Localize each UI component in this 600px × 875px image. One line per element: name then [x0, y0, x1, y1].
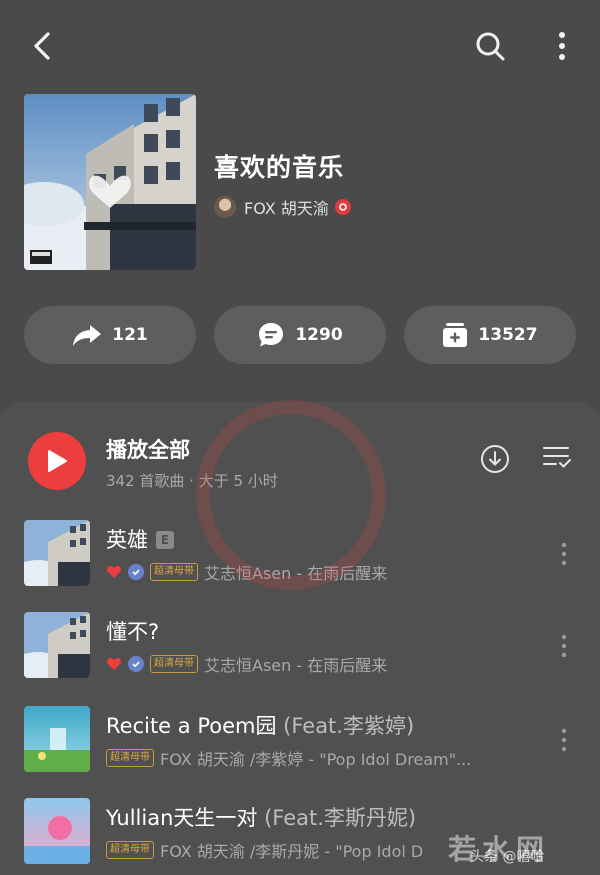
song-feat: (Feat.李紫婷)	[276, 714, 415, 738]
song-cover	[24, 520, 90, 586]
vertical-dots-icon	[559, 32, 565, 60]
song-cover	[24, 798, 90, 864]
comment-button[interactable]: 1290	[214, 306, 386, 364]
share-icon	[73, 325, 102, 346]
song-title-text: Yullian天生一对	[106, 806, 258, 830]
comment-icon	[259, 323, 284, 347]
song-title: 懂不?	[106, 620, 160, 644]
search-icon	[476, 32, 505, 61]
song-row[interactable]: 懂不? 超清母带 艾志恒Asen - 在雨后醒来	[24, 612, 584, 680]
song-row[interactable]: Recite a Poem园 (Feat.李紫婷) 超清母带 FOX 胡天渝 /…	[24, 706, 584, 774]
song-artist-album: 艾志恒Asen - 在雨后醒来	[204, 564, 388, 583]
play-all-row[interactable]: 播放全部 342 首歌曲 · 大于 5 小时	[28, 432, 580, 492]
song-artist-album: FOX 胡天渝 /李斯丹妮 - "Pop Idol D	[160, 842, 424, 861]
playlist-header: 喜欢的音乐 FOX 胡天渝	[24, 94, 584, 274]
play-icon	[48, 450, 67, 472]
action-bar: 121 1290 13527	[24, 306, 576, 364]
song-artist-album: 艾志恒Asen - 在雨后醒来	[204, 656, 388, 675]
playlist-cover[interactable]	[24, 94, 196, 270]
download-icon	[481, 445, 509, 473]
play-all-subtitle: 342 首歌曲 · 大于 5 小时	[106, 472, 278, 490]
album-art-image	[24, 798, 90, 864]
download-button[interactable]	[480, 444, 512, 476]
creator-row[interactable]: FOX 胡天渝	[214, 194, 351, 220]
song-title-text: 英雄	[106, 528, 148, 552]
share-count: 121	[112, 325, 148, 345]
collect-icon	[443, 323, 468, 347]
collect-count: 13527	[478, 325, 538, 345]
album-art-image	[24, 706, 90, 772]
search-button[interactable]	[470, 26, 510, 66]
playlist-title: 喜欢的音乐	[214, 153, 345, 182]
back-arrow-icon	[34, 32, 50, 60]
multi-select-button[interactable]	[542, 444, 576, 476]
back-button[interactable]	[22, 26, 62, 66]
quality-tag: 超清母带	[106, 749, 154, 767]
album-art-image	[24, 612, 90, 678]
song-meta: 超清母带 FOX 胡天渝 /李紫婷 - "Pop Idol Dream"...	[106, 746, 471, 770]
creator-name: FOX 胡天渝	[244, 199, 329, 218]
song-cover	[24, 612, 90, 678]
song-title-text: Recite a Poem园	[106, 714, 277, 738]
song-more-button[interactable]	[552, 632, 576, 660]
song-meta: 超清母带 艾志恒Asen - 在雨后醒来	[106, 560, 387, 584]
album-art-image	[24, 94, 196, 270]
song-cover	[24, 706, 90, 772]
more-options-button[interactable]	[546, 26, 578, 66]
vertical-dots-icon	[561, 634, 567, 658]
song-title: Recite a Poem园 (Feat.李紫婷)	[106, 710, 414, 740]
creator-avatar	[214, 196, 236, 218]
verified-icon	[128, 564, 144, 580]
collect-button[interactable]: 13527	[404, 306, 576, 364]
quality-tag: 超清母带	[106, 841, 154, 859]
share-button[interactable]: 121	[24, 306, 196, 364]
comment-count: 1290	[295, 325, 343, 345]
heart-icon	[106, 566, 122, 578]
song-more-button[interactable]	[552, 726, 576, 754]
song-artist-album: FOX 胡天渝 /李紫婷 - "Pop Idol Dream"...	[160, 750, 472, 769]
quality-tag: 超清母带	[150, 655, 198, 673]
watermark-credit: 头条 @嘻哈	[470, 849, 545, 865]
song-more-button[interactable]	[552, 540, 576, 568]
song-feat: (Feat.李斯丹妮)	[257, 806, 417, 830]
verified-icon	[128, 656, 144, 672]
play-all-title: 播放全部	[106, 438, 190, 462]
song-row[interactable]: 英雄 E 超清母带 艾志恒Asen - 在雨后醒来	[24, 520, 584, 588]
song-meta: 超清母带 FOX 胡天渝 /李斯丹妮 - "Pop Idol D	[106, 838, 423, 862]
explicit-badge: E	[156, 531, 174, 549]
quality-tag: 超清母带	[150, 563, 198, 581]
vertical-dots-icon	[561, 542, 567, 566]
list-check-icon	[543, 447, 571, 468]
album-art-image	[24, 520, 90, 586]
song-title: 英雄 E	[106, 524, 174, 554]
heart-icon	[106, 658, 122, 670]
song-meta: 超清母带 艾志恒Asen - 在雨后醒来	[106, 652, 387, 676]
play-all-button[interactable]	[28, 432, 86, 490]
top-bar	[0, 0, 600, 90]
vertical-dots-icon	[561, 728, 567, 752]
creator-badge-icon	[334, 199, 351, 215]
song-title: Yullian天生一对 (Feat.李斯丹妮)	[106, 802, 416, 832]
